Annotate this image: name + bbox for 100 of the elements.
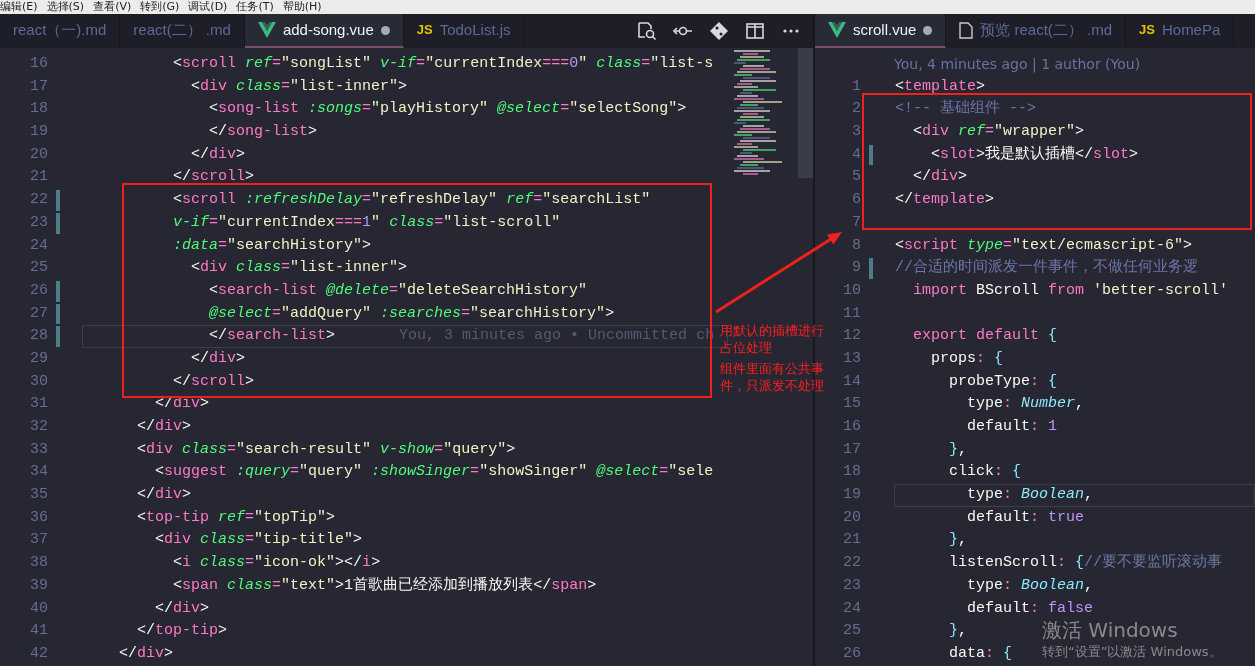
line-number: 9	[852, 259, 861, 277]
line-number: 18	[30, 100, 48, 118]
code-line: <template>	[895, 76, 986, 97]
file-search-icon[interactable]	[637, 21, 657, 41]
code-line: <song-list :songs="playHistory" @select="selectSong">	[208, 99, 687, 120]
line-number: 19	[843, 486, 861, 504]
line-number: 2	[852, 100, 861, 118]
line-number: 13	[843, 349, 861, 367]
line-number: 28	[30, 327, 48, 345]
line-number: 21	[30, 168, 48, 186]
menu-item[interactable]: 调试(D)	[188, 0, 228, 14]
line-number: 12	[843, 327, 861, 345]
code-line: </div>	[154, 598, 210, 619]
line-number: 33	[30, 440, 48, 458]
code-line: @select="addQuery" :searches="searchHistory">	[208, 303, 615, 324]
line-number: 34	[30, 463, 48, 481]
code-line: },	[948, 621, 968, 642]
code-line: <top-tip ref="topTip">	[136, 507, 336, 528]
code-line: default: 1	[966, 417, 1058, 437]
line-number: 20	[30, 145, 48, 163]
code-line: probeType: {	[948, 371, 1058, 392]
line-number: 40	[30, 599, 48, 617]
code-line: </div>	[190, 144, 246, 165]
code-line: <search-list @delete="deleteSearchHistory"	[208, 280, 588, 301]
line-number: 36	[30, 508, 48, 526]
menu-item[interactable]: 编辑(E)	[0, 0, 38, 14]
line-number: 17	[843, 440, 861, 458]
code-line: </top-tip>	[136, 621, 228, 642]
vue-logo-icon	[828, 22, 846, 38]
line-number: 3	[852, 123, 861, 141]
line-number: 16	[30, 55, 48, 72]
code-line: </div>	[118, 643, 174, 664]
vue-logo-icon	[257, 22, 276, 38]
line-number: 32	[30, 418, 48, 435]
code-line: </scroll>	[172, 167, 255, 188]
source-control-icon[interactable]	[709, 21, 729, 41]
code-line: <span class="text">1首歌曲已经添加到播放列表</span>	[172, 575, 597, 596]
line-number: 6	[852, 191, 861, 209]
code-line: <div class="tip-title">	[154, 530, 363, 551]
line-number: 30	[30, 372, 48, 390]
activation-text: 转到“设置”以激活 Windows。	[1042, 643, 1222, 661]
line-number: 27	[30, 304, 48, 322]
line-number: 20	[843, 508, 861, 526]
line-number: 29	[30, 349, 48, 367]
line-number: 26	[843, 644, 861, 662]
code-line: //合适的时间派发一件事件，不做任何业务逻	[895, 257, 1198, 279]
line-number: 38	[30, 554, 48, 572]
annotation-note: 组件里面有公共事件，只派发不处理	[720, 360, 825, 394]
editor-tab[interactable]: scroll.vue	[815, 14, 947, 48]
code-line: export default {	[912, 326, 1058, 347]
line-number: 10	[843, 281, 861, 299]
line-number: 8	[852, 236, 861, 254]
line-number: 17	[30, 77, 48, 95]
line-number: 25	[843, 622, 861, 640]
code-line: default: true	[966, 507, 1085, 528]
code-line: <script type="text/ecmascript-6">	[895, 235, 1193, 256]
line-number: 39	[30, 576, 48, 594]
code-line: import BScroll from 'better-scroll'	[912, 280, 1229, 301]
split-editor-icon[interactable]	[745, 21, 765, 41]
menu-item[interactable]: 选择(S)	[46, 0, 85, 14]
code-line: default: false	[966, 598, 1094, 619]
line-number: 4	[852, 145, 861, 163]
code-line: </search-list>	[208, 326, 336, 347]
js-file-icon: JS	[1139, 20, 1155, 40]
line-number: 23	[30, 213, 48, 231]
activation-title: 激活 Windows	[1042, 617, 1178, 644]
menu-item[interactable]: 查看(V)	[93, 0, 132, 14]
code-line: <div class="search-result" v-show="query">	[136, 439, 516, 460]
code-line: <!-- 基础组件 -->	[895, 98, 1036, 120]
code-line: data: {	[948, 643, 1013, 664]
line-number: 26	[30, 281, 48, 299]
line-number: 15	[843, 395, 861, 413]
code-line: listenScroll: {//要不要监听滚动事	[948, 552, 1223, 574]
js-file-icon: JS	[416, 20, 433, 40]
code-line: <slot>我是默认插槽</slot>	[930, 144, 1139, 165]
code-line: <suggest :query="query" :showSinger="showSinger" @select="sele	[154, 462, 714, 483]
code-line: <div class="list-inner">	[190, 76, 408, 97]
code-line: <scroll ref="songList" v-if="currentIndex===0" class="list-s	[172, 54, 714, 74]
line-number: 23	[843, 576, 861, 594]
line-number: 19	[30, 123, 48, 141]
code-line: <div class="list-inner">	[190, 258, 408, 279]
line-number: 18	[843, 463, 861, 481]
code-line: </div>	[190, 348, 246, 369]
line-number: 24	[843, 599, 861, 617]
code-line: <div ref="wrapper">	[912, 122, 1085, 143]
line-number: 37	[30, 531, 48, 549]
code-line: </div>	[912, 167, 968, 188]
line-number: 22	[843, 554, 861, 572]
line-number: 24	[30, 236, 48, 254]
scrollbar-thumb[interactable]	[798, 48, 813, 178]
code-line: props: {	[930, 348, 1004, 369]
menu-item[interactable]: 任务(T)	[236, 0, 274, 14]
code-line: <scroll :refreshDelay="refreshDelay" ref="searchList"	[172, 190, 651, 211]
code-line: v-if="currentIndex===1" class="list-scroll"	[172, 212, 561, 233]
code-line: type: Number,	[966, 394, 1085, 415]
menu-item[interactable]: 转到(G)	[140, 0, 180, 14]
code-line: </template>	[895, 190, 995, 211]
editor-tab[interactable]: add-song.vue	[244, 14, 404, 48]
menu-item[interactable]: 帮助(H)	[282, 0, 322, 14]
line-number: 21	[843, 531, 861, 549]
